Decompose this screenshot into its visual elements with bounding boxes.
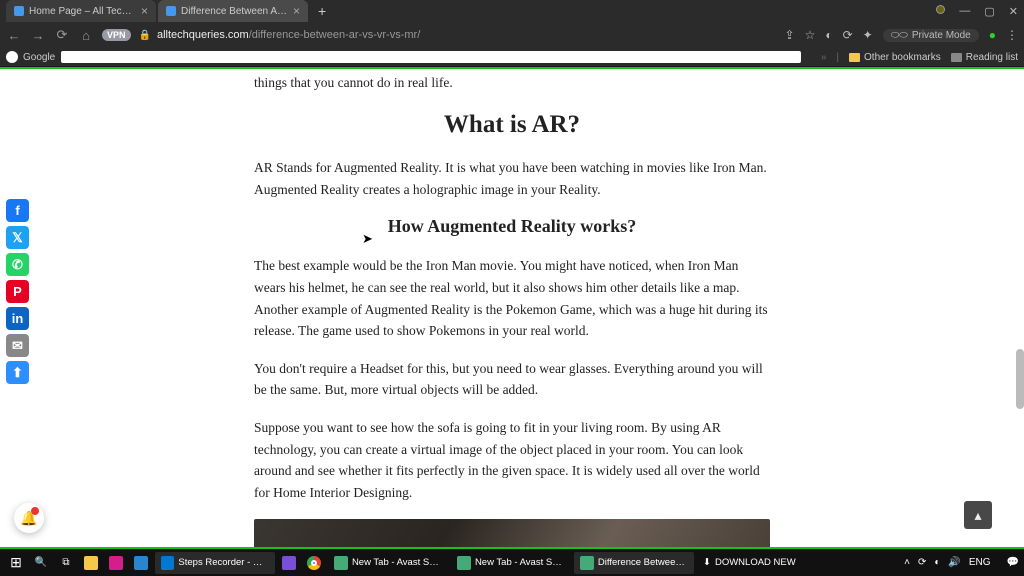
paragraph: Suppose you want to see how the sofa is … [254, 417, 770, 503]
folder-icon [849, 53, 860, 62]
mask-icon: ⬭⬭ [891, 30, 908, 41]
browser-icon [334, 556, 348, 570]
search-button[interactable]: 🔍 [30, 552, 52, 574]
other-bookmarks-button[interactable]: Other bookmarks [849, 52, 941, 63]
adblock-icon[interactable]: ◐ [825, 28, 832, 42]
start-button[interactable]: ⊞ [5, 552, 27, 574]
taskbar-app-browser[interactable]: New Tab - Avast Se... [451, 552, 571, 574]
titlebar: Home Page – All Tech Queries × Differenc… [0, 0, 1024, 22]
private-mode-badge[interactable]: ⬭⬭ Private Mode [883, 29, 979, 42]
volume-icon[interactable]: 🔊 [948, 557, 960, 568]
close-window-button[interactable]: ✕ [1009, 5, 1018, 18]
sync-icon[interactable]: ⟳ [843, 28, 853, 42]
maximize-button[interactable]: ▢ [984, 5, 994, 18]
google-icon [6, 51, 18, 63]
download-icon: ⬇ [703, 557, 711, 568]
bookmark-search-bar[interactable] [61, 51, 801, 63]
action-center-icon[interactable]: 💬 [1007, 557, 1019, 568]
bookmark-google[interactable]: Google [6, 51, 55, 63]
tab-title: Difference Between AR Vs VR Vs [181, 6, 288, 17]
email-share-button[interactable]: ✉ [6, 334, 29, 357]
whatsapp-share-button[interactable]: ✆ [6, 253, 29, 276]
facebook-share-button[interactable]: f [6, 199, 29, 222]
browser-tab[interactable]: Home Page – All Tech Queries × [6, 0, 156, 22]
taskbar-app-chrome[interactable] [303, 552, 325, 574]
menu-icon[interactable]: ⋮ [1006, 28, 1018, 42]
window-controls: — ▢ ✕ [936, 5, 1018, 18]
paragraph: AR Stands for Augmented Reality. It is w… [254, 157, 770, 200]
forward-button[interactable]: → [30, 28, 46, 43]
notification-bell-button[interactable]: 🔔 [14, 503, 44, 533]
tab-title: Home Page – All Tech Queries [29, 6, 136, 17]
share-icon[interactable]: ⇪ [785, 28, 795, 42]
taskbar-pinned-app[interactable] [80, 552, 102, 574]
taskbar-app-browser[interactable]: New Tab - Avast Se... [328, 552, 448, 574]
new-tab-button[interactable]: + [310, 3, 334, 19]
scrollbar-thumb[interactable] [1016, 349, 1024, 409]
paragraph: You don't require a Headset for this, bu… [254, 358, 770, 401]
sync-tray-icon[interactable]: ⟳ [918, 557, 926, 568]
taskbar-app-browser-active[interactable]: Difference Between... [574, 552, 694, 574]
browser-icon [580, 556, 594, 570]
taskbar-pinned-app[interactable] [130, 552, 152, 574]
taskbar-pinned-app[interactable] [105, 552, 127, 574]
close-tab-icon[interactable]: × [293, 4, 300, 18]
article-body: things that you cannot do in real life. … [254, 73, 770, 547]
reading-list-icon [951, 53, 962, 62]
social-share-rail: f 𝕏 ✆ P in ✉ ⬆ [6, 199, 29, 384]
lock-icon: 🔒 [139, 30, 151, 41]
tray-icon[interactable]: ◐ [934, 557, 940, 568]
pinterest-share-button[interactable]: P [6, 280, 29, 303]
download-indicator[interactable]: ⬇ DOWNLOAD NEW [697, 557, 802, 568]
linkedin-share-button[interactable]: in [6, 307, 29, 330]
minimize-button[interactable]: — [959, 5, 970, 18]
page-viewport[interactable]: things that you cannot do in real life. … [0, 69, 1024, 547]
reading-list-button[interactable]: Reading list [951, 52, 1018, 63]
star-icon[interactable]: ☆ [805, 28, 816, 42]
generic-share-button[interactable]: ⬆ [6, 361, 29, 384]
url-input[interactable]: 🔒 alltechqueries.com/difference-between-… [139, 29, 777, 41]
task-view-button[interactable]: ⧉ [55, 552, 77, 574]
back-button[interactable]: ← [6, 28, 22, 43]
browser-icon [457, 556, 471, 570]
vpn-badge[interactable]: VPN [102, 29, 131, 41]
shield-icon[interactable]: ● [989, 28, 996, 42]
bookmarks-bar: Google » | Other bookmarks Reading list [0, 48, 1024, 67]
browser-tab-active[interactable]: Difference Between AR Vs VR Vs × [158, 0, 308, 22]
close-tab-icon[interactable]: × [141, 4, 148, 18]
address-bar: ← → ⟳ ⌂ VPN 🔒 alltechqueries.com/differe… [0, 22, 1024, 48]
reload-button[interactable]: ⟳ [54, 27, 70, 43]
taskbar: ⊞ 🔍 ⧉ Steps Recorder - Re... New Tab - A… [0, 549, 1024, 576]
favicon-icon [166, 6, 176, 16]
twitter-share-button[interactable]: 𝕏 [6, 226, 29, 249]
heading-how-ar-works: How Augmented Reality works? [254, 216, 770, 237]
article-image [254, 519, 770, 547]
notification-dot-icon [31, 507, 39, 515]
favicon-icon [14, 6, 24, 16]
url-text: alltechqueries.com/difference-between-ar… [157, 29, 420, 41]
paragraph: The best example would be the Iron Man m… [254, 255, 770, 341]
tray-overflow-icon[interactable]: ˄ [904, 557, 910, 568]
taskbar-app-steps-recorder[interactable]: Steps Recorder - Re... [155, 552, 275, 574]
scroll-to-top-button[interactable]: ▴ [964, 501, 992, 529]
taskbar-pinned-app[interactable] [278, 552, 300, 574]
home-button[interactable]: ⌂ [78, 28, 94, 43]
language-indicator[interactable]: ENG [969, 557, 991, 568]
intro-fragment: things that you cannot do in real life. [254, 73, 770, 93]
record-indicator-icon [936, 5, 945, 14]
heading-what-is-ar: What is AR? [254, 111, 770, 139]
extension-icon[interactable]: ✦ [863, 28, 873, 42]
steps-recorder-icon [161, 556, 174, 570]
